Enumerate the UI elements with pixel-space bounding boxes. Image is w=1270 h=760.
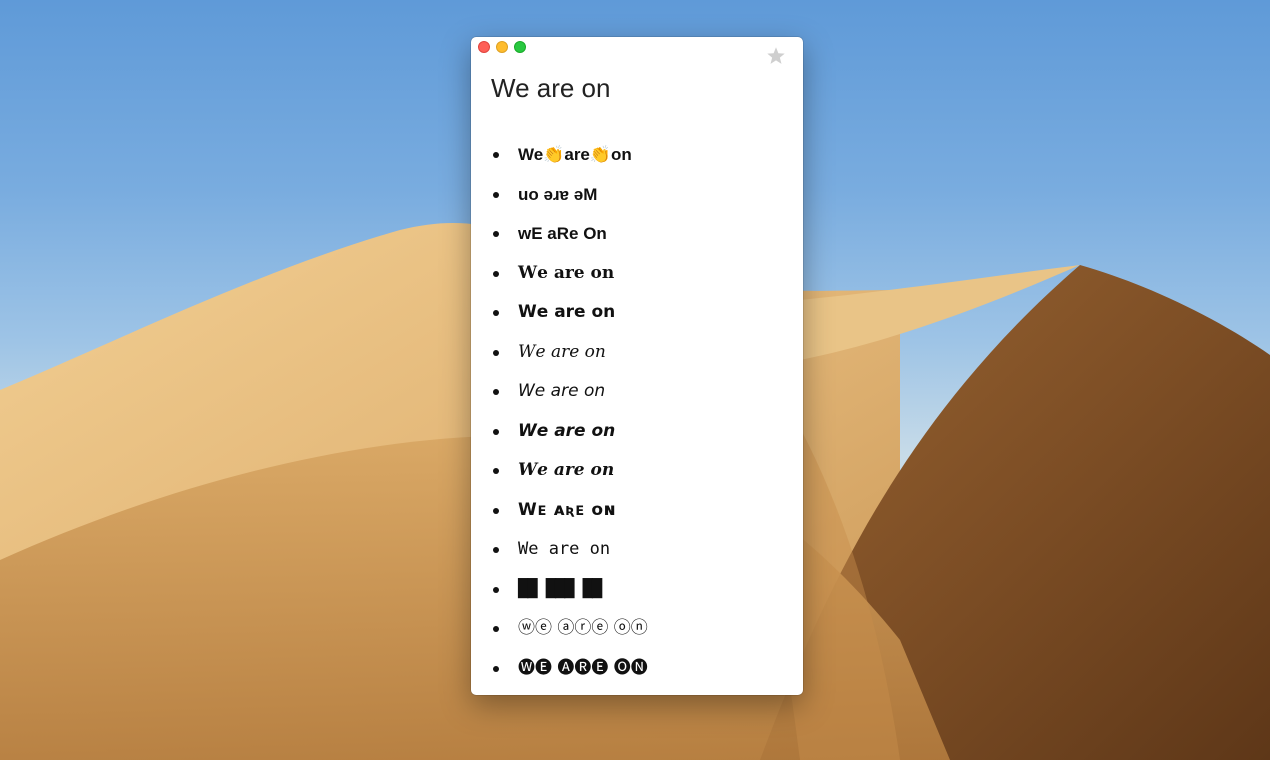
star-icon[interactable] — [765, 45, 787, 67]
list-item-redacted[interactable]: ██ ███ ██ — [493, 570, 803, 610]
list-item-serif-italic[interactable]: 𝑊𝑒 𝑎𝑟𝑒 𝑜𝑛 — [493, 333, 803, 373]
list-item-monospace[interactable]: 𝚆𝚎 𝚊𝚛𝚎 𝚘𝚗 — [493, 530, 803, 570]
list-item-upside-down[interactable]: uo ǝɹɐ ǝM — [493, 175, 803, 215]
list-item-serif-bold[interactable]: 𝐖𝐞 𝐚𝐫𝐞 𝐨𝐧 — [493, 254, 803, 294]
app-window: We are on We👏are👏on uo ǝɹɐ ǝM wE aRe On … — [471, 37, 803, 695]
window-controls — [478, 41, 526, 53]
list-item-serif-bold-italic[interactable]: 𝑾𝒆 𝒂𝒓𝒆 𝒐𝒏 — [493, 451, 803, 491]
maximize-icon[interactable] — [514, 41, 526, 53]
text-variant-list: We👏are👏on uo ǝɹɐ ǝM wE aRe On 𝐖𝐞 𝐚𝐫𝐞 𝐨𝐧 … — [471, 135, 803, 688]
desktop: We are on We👏are👏on uo ǝɹɐ ǝM wE aRe On … — [0, 0, 1270, 760]
minimize-icon[interactable] — [496, 41, 508, 53]
list-item-sans-bold-italic[interactable]: 𝙒𝙚 𝙖𝙧𝙚 𝙤𝙣 — [493, 412, 803, 452]
close-icon[interactable] — [478, 41, 490, 53]
list-item-circled[interactable]: ⓦⓔ ⓐⓡⓔ ⓞⓝ — [493, 609, 803, 649]
list-item-alternating-case[interactable]: wE aRe On — [493, 214, 803, 254]
list-item-sans-bold[interactable]: 𝗪𝗲 𝗮𝗿𝗲 𝗼𝗻 — [493, 293, 803, 333]
page-title: We are on — [491, 73, 611, 103]
list-item-small-caps[interactable]: Wᴇ ᴀʀᴇ ᴏɴ — [493, 491, 803, 531]
list-item-sans-italic[interactable]: 𝘞𝘦 𝘢𝘳𝘦 𝘰𝘯 — [493, 372, 803, 412]
list-item-negative-circled[interactable]: 🅦🅔 🅐🅡🅔 🅞🅝 — [493, 649, 803, 689]
list-item-clap[interactable]: We👏are👏on — [493, 135, 803, 175]
